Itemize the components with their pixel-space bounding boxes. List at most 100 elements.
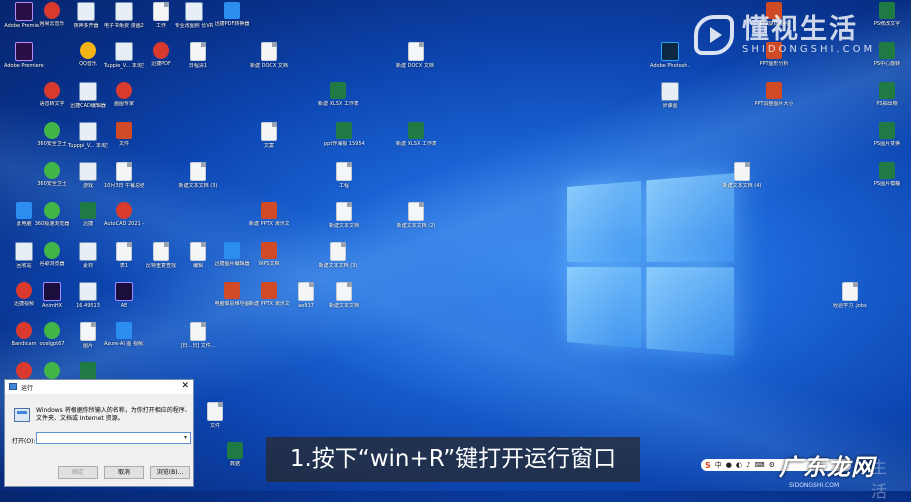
desktop-icon[interactable]: PS图片模糊 (867, 162, 907, 187)
ok-button[interactable]: 确定 (58, 466, 98, 479)
desktop-icon[interactable]: 数据 (215, 442, 255, 467)
app-file-icon (79, 242, 97, 261)
desktop-icon[interactable]: ae937 (286, 282, 326, 309)
red-file-icon (44, 82, 60, 99)
desktop-icon[interactable]: 画图专家 (104, 82, 144, 107)
desktop-icon[interactable]: 新建文本文档 (4) (722, 162, 762, 189)
doc-file-icon (116, 242, 132, 261)
desktop-icon[interactable]: ppt作海报 15954... (324, 122, 364, 147)
doc-file-icon (153, 2, 169, 21)
run-dialog-description: Windows 将根据你所输入的名称，为你打开相应的程序、文件夹、文档或 Int… (36, 407, 191, 422)
cancel-button[interactable]: 取消 (104, 466, 144, 479)
desktop-icon[interactable]: 表1 (104, 242, 144, 269)
desktop-icon[interactable]: 新建文本文档 (3) (318, 242, 358, 269)
desktop-icon[interactable]: PPT调整图片大小 (754, 82, 794, 107)
desktop-icon[interactable]: 电脑做思维导图 (212, 282, 252, 307)
red-file-icon (44, 2, 60, 19)
desktop-icon[interactable]: 360安全卫士 (32, 122, 72, 147)
run-command-input[interactable] (36, 432, 191, 444)
browse-button[interactable]: 浏览(B)... (150, 466, 190, 479)
chevron-down-icon[interactable]: ▾ (184, 434, 187, 441)
desktop-icon[interactable]: Tuppie_V... 本淘宝图片... (104, 42, 144, 69)
desktop-icon[interactable]: Azure-AI 图 视频工具 (104, 322, 144, 347)
desktop-icon[interactable]: PS图片变换 (867, 122, 907, 147)
desktop-icon[interactable]: 素材 (68, 242, 108, 269)
app-file-icon (15, 242, 33, 261)
desktop-icon[interactable]: Adobe Premiere... (4, 42, 44, 69)
desktop-icon[interactable]: QQ音乐 (68, 42, 108, 67)
desktop-icon[interactable]: AutoCAD 2021 - 简... (104, 202, 144, 227)
keyboard-icon[interactable]: ⌨ (754, 461, 764, 469)
desktop-icon[interactable]: ocelgpt67 (32, 322, 72, 347)
desktop-icon[interactable]: 360极速浏览器 (32, 202, 72, 227)
windows-logo-wallpaper (567, 173, 735, 357)
desktop-icon[interactable]: 专业改图照 长VR (174, 2, 214, 29)
desktop-icon[interactable]: 新建 PPTX 演示文稿 (249, 202, 289, 227)
doc-file-icon (336, 282, 352, 301)
desktop-icon[interactable]: 新建文本文档 (2) (396, 202, 436, 229)
xls-file-icon (879, 162, 895, 179)
desktop-icon-label: 电子书免费 漫画2012... (104, 23, 144, 29)
desktop-icon-label: 游戏 (82, 183, 93, 189)
desktop-icon[interactable]: 新建文本文档 (324, 282, 364, 309)
ime-mode-toggle[interactable]: 中 (715, 460, 722, 470)
desktop-icon[interactable]: [日...日] 文件... (178, 322, 218, 349)
desktop-icon[interactable]: WPS文档 (249, 242, 289, 267)
desktop-icon[interactable]: 迅捷PDF (141, 42, 181, 67)
desktop-icon[interactable]: 新建文本文档 (324, 202, 364, 229)
desktop-icon[interactable]: 新建 XLSX 工作表 (396, 122, 436, 147)
desktop-icon[interactable]: 迅捷CAD编辑器 (68, 82, 108, 109)
desktop-icon[interactable]: PS抽出物 (867, 82, 907, 107)
desktop-icon[interactable]: 迅捷 (68, 202, 108, 227)
desktop-icon-label: Adobe Photosh... (650, 63, 690, 69)
desktop-icon[interactable]: 新建 DOCX 文档 (249, 42, 289, 69)
red-file-icon (116, 82, 132, 99)
desktop-icon[interactable]: 10月3日 午餐总结 (104, 162, 144, 189)
ime-emoji-icon[interactable]: ◐ (736, 461, 742, 469)
desktop-icon[interactable]: Tupppi_V... 本淘宝图片 (68, 122, 108, 149)
close-icon[interactable]: ✕ (181, 381, 189, 392)
desktop-icon-label: 新建 PPTX 演示文稿 (249, 301, 289, 307)
ime-punctuation-icon[interactable]: ● (726, 461, 732, 469)
desktop-icon[interactable]: 迅捷图片编辑器 (212, 242, 252, 267)
desktop-icon[interactable]: 谷歌浏览器 (32, 242, 72, 267)
desktop-icon[interactable]: 新建 DOCX 文档 (2) (396, 42, 436, 69)
desktop-icon[interactable]: 夜神多开器 (66, 2, 106, 29)
run-dialog-titlebar[interactable]: 运行 ✕ (5, 380, 193, 394)
desktop-icon[interactable]: AE (104, 282, 144, 309)
desktop-icon-label: 谷歌浏览器 (39, 261, 65, 267)
desktop-icon[interactable]: 新建文本文档 (3) (178, 162, 218, 189)
desktop-icon[interactable]: 游戏 (68, 162, 108, 189)
desktop-icon[interactable]: 图片 (68, 322, 108, 349)
desktop-icon[interactable]: AnimHX (32, 282, 72, 309)
xls-file-icon (879, 2, 895, 19)
desktop-icon[interactable]: 电子书免费 漫画2012... (104, 2, 144, 29)
sogou-ime-icon[interactable]: S (705, 461, 711, 470)
desktop-icon[interactable]: 日程清1 (178, 42, 218, 69)
microphone-icon[interactable]: ♪ (746, 461, 750, 469)
desktop-icon[interactable]: 迅捷PDF转换器 (212, 2, 252, 27)
doc-file-icon (336, 162, 352, 181)
desktop-icon[interactable]: 360安全卫士 (32, 162, 72, 187)
desktop-icon[interactable]: 文案 (249, 122, 289, 149)
ppt-file-icon (766, 82, 782, 99)
desktop-icon[interactable]: 步骤图 (650, 82, 690, 109)
desktop-icon-label: 10月3日 午餐总结 (104, 183, 144, 189)
desktop-icon[interactable]: 语音转文字 (32, 82, 72, 107)
desktop-icon-label: ae937 (298, 303, 314, 309)
desktop-icon[interactable]: 文件 (195, 402, 235, 429)
app-file-icon (79, 162, 97, 181)
desktop-icon[interactable]: 经验学习 .jobx (830, 282, 870, 309)
desktop-icon[interactable]: 比特重复查找 (141, 242, 181, 269)
desktop-icon[interactable]: 16.49513 (68, 282, 108, 309)
desktop-icon[interactable]: 新建 PPTX 演示文稿 (249, 282, 289, 307)
desktop-icon[interactable]: 工程 (324, 162, 364, 189)
blu-file-icon (224, 2, 240, 19)
desktop-icon-label: 新建 XLSX 工作表 (318, 101, 358, 107)
desktop-icon-label: 新建 PPTX 演示文稿 (249, 221, 289, 227)
desktop-icon[interactable]: 新建 XLSX 工作表 (318, 82, 358, 107)
watermark-english: SHIDONGSHI.COM (742, 44, 876, 55)
desktop-icon[interactable]: 文件 (104, 122, 144, 147)
desktop-icon[interactable]: Adobe Photosh... (650, 42, 690, 69)
settings-gear-icon[interactable]: ⚙ (769, 461, 775, 469)
